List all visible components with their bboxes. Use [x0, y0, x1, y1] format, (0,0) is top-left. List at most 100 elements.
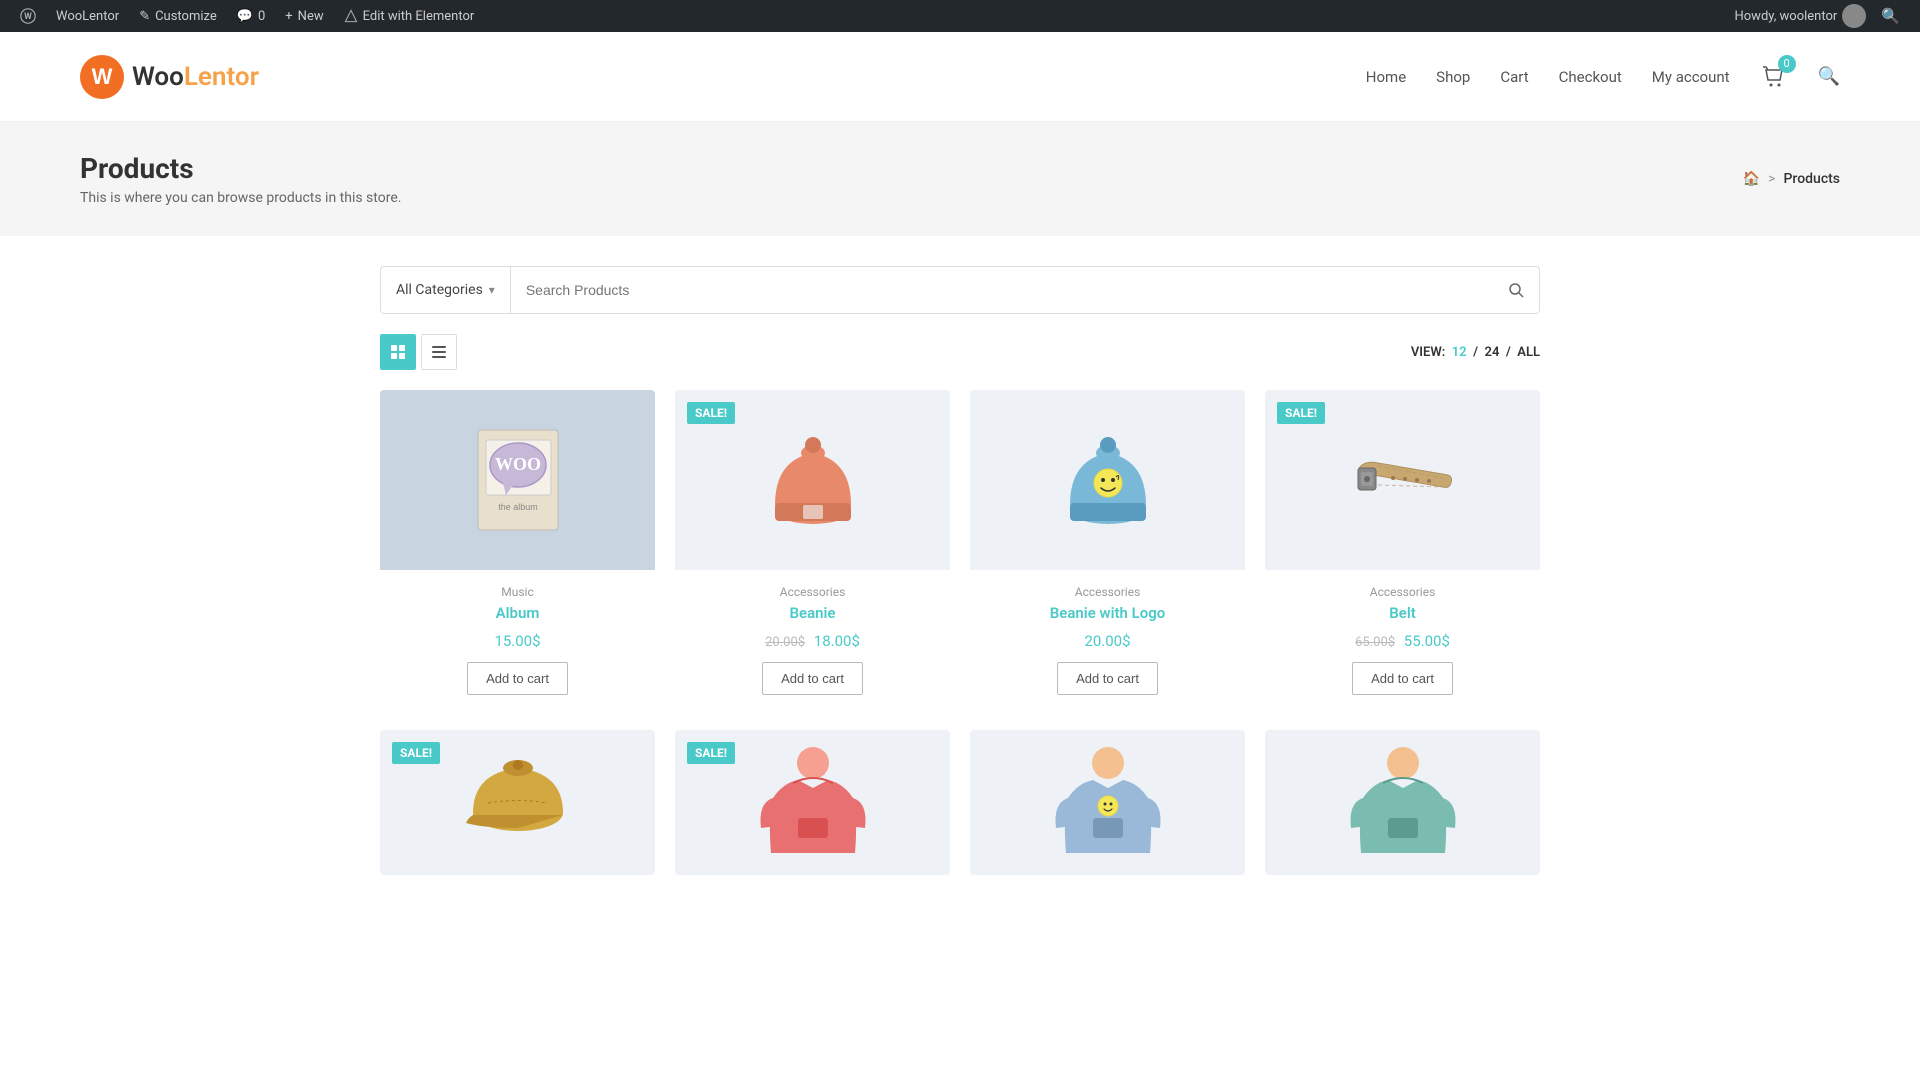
list-icon: [432, 345, 446, 359]
product-price-album: 15.00$: [390, 632, 645, 650]
admin-bar-avatar: [1842, 4, 1866, 28]
breadcrumb-home-icon[interactable]: 🏠: [1743, 171, 1760, 187]
svg-text:WOO: WOO: [494, 454, 540, 474]
hoodie-red-illustration: [753, 738, 873, 868]
cart-icon-button[interactable]: 0: [1760, 63, 1788, 91]
grid-view-button[interactable]: [380, 334, 416, 370]
admin-bar-customize-label: Customize: [155, 9, 217, 24]
svg-text:W: W: [24, 12, 32, 22]
product-name-belt: Belt: [1275, 604, 1530, 622]
search-bar: All Categories ▾: [380, 266, 1540, 314]
admin-bar-right: Howdy, woolentor 🔍: [1724, 4, 1910, 28]
main-nav: Home Shop Cart Checkout My account 0 🔍: [1366, 63, 1840, 91]
page-title: Products: [80, 152, 401, 185]
search-button[interactable]: [1493, 267, 1539, 313]
product-image-hoodie-blue: [970, 730, 1245, 875]
page-subtitle: This is where you can browse products in…: [80, 190, 401, 206]
sale-badge-beanie: SALE!: [687, 402, 735, 424]
admin-bar-new[interactable]: + New: [275, 0, 333, 32]
svg-text:the album: the album: [498, 502, 538, 512]
main-content: All Categories ▾: [360, 236, 1560, 915]
admin-bar-search-icon[interactable]: 🔍: [1881, 7, 1900, 25]
nav-my-account[interactable]: My account: [1652, 68, 1730, 86]
product-price-beanie: 20.00$ 18.00$: [685, 632, 940, 650]
old-price-belt: 65.00$: [1355, 635, 1395, 650]
search-input-wrap: [511, 267, 1493, 313]
product-name-beanie-logo: Beanie with Logo: [980, 604, 1235, 622]
product-card-hoodie-blue[interactable]: [970, 730, 1245, 875]
product-card-cap[interactable]: SALE!: [380, 730, 655, 875]
add-to-cart-beanie-logo[interactable]: Add to cart: [1057, 662, 1158, 695]
product-image-album: WOO the album: [380, 390, 655, 570]
view-count: VIEW: 12 / 24 / ALL: [1411, 345, 1540, 360]
page-hero-left: Products This is where you can browse pr…: [80, 152, 401, 206]
add-to-cart-belt[interactable]: Add to cart: [1352, 662, 1453, 695]
page-hero: Products This is where you can browse pr…: [0, 122, 1920, 236]
hoodie-green-illustration: [1343, 738, 1463, 868]
beanie-logo-illustration: [1048, 415, 1168, 545]
sale-badge-cap: SALE!: [392, 742, 440, 764]
album-illustration: WOO the album: [458, 415, 578, 545]
belt-illustration: [1343, 415, 1463, 545]
sale-badge-belt: SALE!: [1277, 402, 1325, 424]
admin-bar-edit-elementor-label: Edit with Elementor: [363, 9, 475, 24]
view-buttons: [380, 334, 457, 370]
nav-shop[interactable]: Shop: [1436, 68, 1470, 86]
product-image-hoodie-green: [1265, 730, 1540, 875]
product-price-beanie-logo: 20.00$: [980, 632, 1235, 650]
view-all[interactable]: ALL: [1517, 345, 1540, 360]
svg-text:W: W: [92, 64, 113, 89]
logo-text: WooLentor: [132, 62, 259, 92]
add-to-cart-beanie[interactable]: Add to cart: [762, 662, 863, 695]
nav-home[interactable]: Home: [1366, 68, 1406, 86]
view-12[interactable]: 12: [1452, 345, 1467, 360]
breadcrumb: 🏠 > Products: [1743, 171, 1840, 187]
list-view-button[interactable]: [421, 334, 457, 370]
nav-checkout[interactable]: Checkout: [1559, 68, 1622, 86]
search-input[interactable]: [511, 267, 1493, 313]
cap-illustration: [458, 743, 578, 863]
product-price-belt: 65.00$ 55.00$: [1275, 632, 1530, 650]
product-category-belt: Accessories: [1275, 585, 1530, 599]
admin-bar: W WooLentor ✎ Customize 💬 0 + New Edit w…: [0, 0, 1920, 32]
product-card-belt[interactable]: SALE! Accessories: [1265, 390, 1540, 710]
chevron-down-icon: ▾: [489, 283, 495, 297]
breadcrumb-current: Products: [1784, 171, 1841, 187]
admin-bar-woolentor[interactable]: WooLentor: [46, 0, 129, 32]
admin-bar-edit-elementor[interactable]: Edit with Elementor: [334, 0, 485, 32]
admin-bar-comments[interactable]: 💬 0: [227, 0, 276, 32]
admin-bar-new-label: New: [298, 9, 324, 24]
admin-bar-howdy: Howdy, woolentor: [1734, 9, 1837, 24]
product-category-album: Music: [390, 585, 645, 599]
nav-search-icon[interactable]: 🔍: [1818, 66, 1840, 87]
site-logo[interactable]: W WooLentor: [80, 55, 259, 99]
product-card-hoodie-red[interactable]: SALE!: [675, 730, 950, 875]
view-prefix: VIEW:: [1411, 345, 1449, 360]
category-dropdown[interactable]: All Categories ▾: [381, 267, 511, 313]
product-card-album[interactable]: WOO the album Music Album 15.00$ Add to …: [380, 390, 655, 710]
nav-cart[interactable]: Cart: [1500, 68, 1528, 86]
admin-bar-wp-logo[interactable]: W: [10, 0, 46, 32]
grid-icon: [391, 345, 405, 359]
product-card-hoodie-green[interactable]: [1265, 730, 1540, 875]
site-header: W WooLentor Home Shop Cart Checkout My a…: [0, 32, 1920, 122]
product-image-beanie-logo: [970, 390, 1245, 570]
view-24[interactable]: 24: [1485, 345, 1500, 360]
product-card-beanie-logo[interactable]: Accessories Beanie with Logo 20.00$ Add …: [970, 390, 1245, 710]
cart-badge: 0: [1778, 55, 1796, 73]
product-image-beanie: SALE!: [675, 390, 950, 570]
product-grid: WOO the album Music Album 15.00$ Add to …: [380, 390, 1540, 710]
admin-bar-woolentor-label: WooLentor: [56, 9, 119, 24]
product-image-belt: SALE!: [1265, 390, 1540, 570]
category-label: All Categories: [396, 282, 483, 298]
product-image-cap: SALE!: [380, 730, 655, 875]
product-info-belt: Accessories Belt 65.00$ 55.00$ Add to ca…: [1265, 570, 1540, 710]
add-to-cart-album[interactable]: Add to cart: [467, 662, 568, 695]
admin-bar-customize[interactable]: ✎ Customize: [129, 0, 227, 32]
product-info-beanie-logo: Accessories Beanie with Logo 20.00$ Add …: [970, 570, 1245, 710]
product-card-beanie[interactable]: SALE! Accessories Beanie 20.00$ 18.00$: [675, 390, 950, 710]
search-icon: [1508, 282, 1524, 298]
admin-bar-comments-count: 0: [258, 9, 265, 24]
product-category-beanie-logo: Accessories: [980, 585, 1235, 599]
beanie-illustration: [753, 415, 873, 545]
